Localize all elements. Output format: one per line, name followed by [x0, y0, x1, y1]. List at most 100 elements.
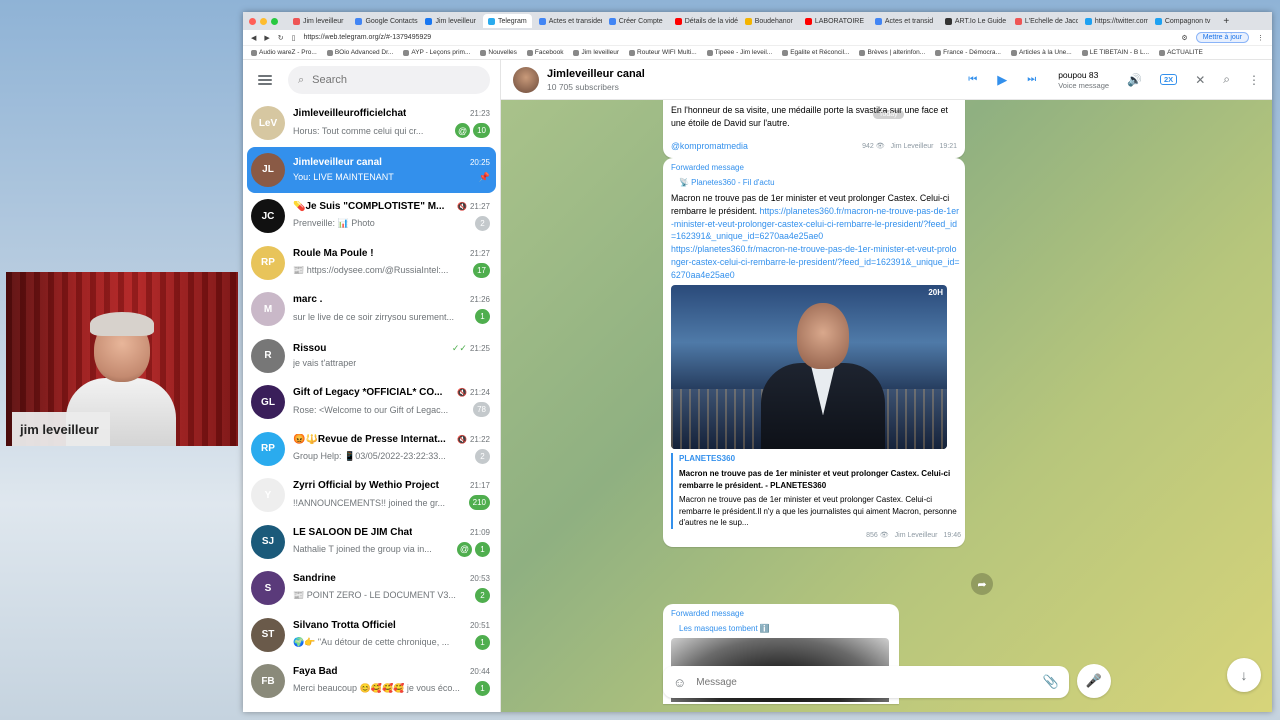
browser-tab[interactable]: Actes et transidentité: [534, 14, 602, 28]
chat-item[interactable]: Mmarc . 21:26 sur le live de ce soir zirry…: [247, 286, 496, 333]
chat-time: 🔇 21:27: [457, 202, 490, 212]
browser-tab[interactable]: Telegram: [482, 14, 532, 28]
chat-item[interactable]: RP 😡🔱Revue de Presse Internat... 🔇 21:22 Gro…: [247, 426, 496, 473]
chat-preview: !!ANNOUNCEMENTS!! joined the gr...: [293, 497, 446, 508]
bookmark-item[interactable]: LE TIBETAIN - B L...: [1081, 49, 1149, 56]
previous-track-icon[interactable]: ⏮: [968, 74, 977, 85]
attach-icon[interactable]: 📎: [1043, 674, 1059, 690]
chat-item[interactable]: RP Roule Ma Poule ! 21:27 📰 https://odysee.…: [247, 240, 496, 287]
maximize-window-button[interactable]: [271, 17, 278, 25]
volume-icon[interactable]: 🔊: [1127, 73, 1142, 87]
chat-item[interactable]: R Rissou ✓✓ 21:25 je vais t'attraper: [247, 333, 496, 380]
chat-item[interactable]: ST Silvano Trotta Officiel 20:51 🌍👉 "Au dét…: [247, 612, 496, 659]
forward-source[interactable]: 📡 Planetes360 - Fil d'actu: [679, 177, 961, 189]
share-icon[interactable]: ➦: [971, 573, 993, 595]
message-text: En l'honneur de sa visite, une médaille …: [671, 105, 948, 128]
tab-label: ART.Io Le Guide: [954, 17, 1007, 25]
browser-tab[interactable]: Créer Compte: [604, 14, 668, 28]
message-input[interactable]: [696, 676, 1033, 688]
chat-item[interactable]: GL Gift of Legacy *OFFICIAL* CO... 🔇 21:24 R…: [247, 379, 496, 426]
hamburger-menu-icon[interactable]: [258, 75, 272, 85]
next-track-icon[interactable]: ⏭: [1027, 74, 1036, 85]
play-icon[interactable]: ▶: [997, 72, 1007, 88]
chat-item[interactable]: SJ LE SALOON DE JIM Chat 21:09 Nathalie T j…: [247, 519, 496, 566]
channel-avatar[interactable]: [513, 66, 539, 93]
channel-title: Jimleveilleur canal: [547, 67, 645, 80]
chat-item[interactable]: S Sandrine 20:53 📰 POINT ZERO - LE DOCUMENT…: [247, 565, 496, 612]
bookmark-item[interactable]: Articles à la Une...: [1010, 49, 1072, 56]
message-link[interactable]: @kompromatmedia: [671, 140, 748, 153]
bookmark-item[interactable]: ACTUALITE: [1159, 49, 1203, 56]
update-button[interactable]: Mettre à jour: [1195, 32, 1249, 43]
chat-time: 21:23: [469, 109, 490, 119]
search-box[interactable]: ⌕: [288, 66, 490, 94]
url-field[interactable]: https://web.telegram.org/z/#-1379495929: [304, 34, 1174, 41]
more-options-icon[interactable]: ⋮: [1248, 73, 1260, 87]
browser-tab[interactable]: Compagnon tv: [1150, 14, 1216, 28]
chat-item[interactable]: JL Jimleveilleur canal 20:25 You: LIVE MAIN…: [247, 146, 496, 193]
browser-tab[interactable]: LABORATOIRE: [800, 14, 868, 28]
bookmark-item[interactable]: Tipeee - Jim leveil...: [706, 49, 772, 56]
message-bubble[interactable]: En l'honneur de sa visite, une médaille …: [663, 100, 965, 159]
browser-tab[interactable]: https://twitter.com: [1080, 14, 1148, 28]
tab-label: Détails de la vidéo: [684, 17, 738, 25]
browser-tab[interactable]: Détails de la vidéo: [670, 14, 738, 28]
bookmark-item[interactable]: Egalite et Réconcil...: [782, 49, 849, 56]
browser-tab[interactable]: Jim leveilleur: [420, 14, 480, 28]
microphone-icon[interactable]: 🎤: [1077, 664, 1111, 698]
muted-icon: 🔇: [457, 434, 467, 444]
minimize-window-button[interactable]: [260, 17, 267, 25]
browser-tab[interactable]: Boudehanor: [740, 14, 798, 28]
chat-info: Zyrri Official by Wethio Project 21:17 !!A…: [293, 480, 490, 511]
close-player-icon[interactable]: ✕: [1195, 73, 1205, 87]
forwarded-message-bubble[interactable]: Forwarded message 📡 Planetes360 - Fil d'…: [663, 158, 965, 548]
bookmark-item[interactable]: Facebook: [526, 49, 563, 56]
chat-item[interactable]: JC 💊Je Suis "COMPLOTISTE" M... 🔇 21:27 Prenv…: [247, 193, 496, 240]
muted-icon: 🔇: [457, 202, 467, 212]
avatar-initials: ST: [261, 629, 275, 641]
chat-name: Silvano Trotta Officiel: [293, 619, 396, 631]
bookmark-favicon-icon: [326, 49, 333, 56]
scroll-down-icon[interactable]: ↓: [1227, 658, 1261, 692]
forward-icon[interactable]: ▶: [264, 34, 269, 42]
bookmark-item[interactable]: Brèves | alterinfon...: [859, 49, 925, 56]
bookmark-item[interactable]: Nouvelles: [480, 49, 517, 56]
message-composer: ☺ 📎: [663, 666, 1069, 698]
browser-menu-icon[interactable]: ⋮: [1257, 34, 1264, 42]
bookmark-item[interactable]: AYP - Leçons prim...: [403, 49, 470, 56]
bookmark-item[interactable]: France - Démocra...: [935, 49, 1001, 56]
bookmark-label: BOio Advanced Dr...: [334, 49, 394, 56]
extensions-icon[interactable]: ⚙: [1181, 34, 1187, 42]
browser-tab[interactable]: Google Contacts: [350, 14, 418, 28]
channel-info[interactable]: Jimleveilleur canal 10 705 subscribers: [547, 68, 645, 92]
tab-favicon-icon: [1154, 17, 1162, 25]
reload-icon[interactable]: ↻: [278, 34, 284, 42]
bookmark-item[interactable]: Routeur WIFI Multi...: [629, 49, 697, 56]
bookmark-item[interactable]: BOio Advanced Dr...: [326, 49, 394, 56]
browser-tab[interactable]: ART.Io Le Guide: [940, 14, 1008, 28]
chat-item[interactable]: LeV Jimleveilleurofficielchat 21:23 Horus: …: [247, 100, 496, 147]
chat-time: 20:53: [469, 574, 490, 584]
bookmark-item[interactable]: Jim leveilleur: [573, 49, 619, 56]
article-link-2[interactable]: https://planetes360.fr/macron-ne-trouve-…: [671, 243, 961, 281]
forward-source[interactable]: Les masques tombent ℹ️: [679, 623, 895, 635]
browser-tab[interactable]: Actes et transid: [870, 14, 938, 28]
back-icon[interactable]: ◀: [251, 34, 256, 42]
bookmark-favicon-icon: [1081, 49, 1088, 56]
search-input[interactable]: [312, 74, 480, 86]
browser-tab[interactable]: L'Echelle de Jacob: [1010, 14, 1078, 28]
news-photo[interactable]: 20H: [671, 285, 947, 450]
close-window-button[interactable]: [249, 17, 256, 25]
chat-item[interactable]: FB Faya Bad 20:44 Merci beaucoup 😊🥰🥰🥰 je vo…: [247, 658, 496, 705]
bookmark-item[interactable]: Audio wareZ - Pro...: [251, 49, 317, 56]
chat-name: Jimleveilleurofficielchat: [293, 108, 407, 120]
chat-name: Roule Ma Poule !: [293, 247, 374, 259]
chat-item[interactable]: Y Zyrri Official by Wethio Project 21:17!!…: [247, 472, 496, 519]
bookmark-icon[interactable]: ▯: [292, 34, 296, 42]
browser-tab[interactable]: Jim leveilleur: [288, 14, 348, 28]
link-preview[interactable]: PLANETES360 Macron ne trouve pas de 1er …: [671, 453, 961, 529]
playback-speed-button[interactable]: 2X: [1160, 74, 1178, 85]
emoji-icon[interactable]: ☺: [673, 675, 686, 690]
new-tab-icon[interactable]: +: [1223, 16, 1229, 27]
search-chat-icon[interactable]: ⌕: [1223, 72, 1230, 87]
